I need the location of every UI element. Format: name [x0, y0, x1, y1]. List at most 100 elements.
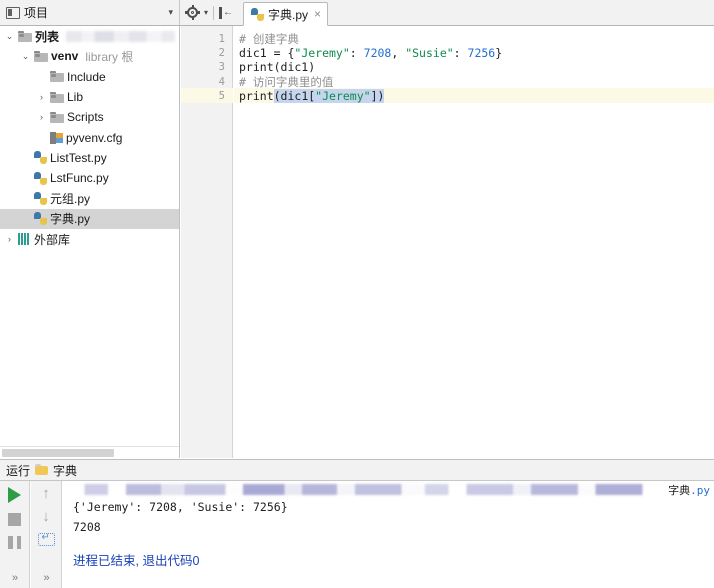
line-number-gutter: 1 2345 — [181, 26, 233, 458]
stop-button[interactable] — [8, 513, 21, 526]
tree-row-外部库[interactable]: › 外部库 — [0, 229, 179, 249]
tree-row-Scripts[interactable]: › Scripts — [0, 107, 179, 127]
console-line: {'Jeremy': 7208, 'Susie': 7256} — [73, 500, 288, 514]
python-file-icon — [34, 151, 47, 165]
tree-row-列表[interactable]: ⌄ 列表 — [0, 26, 179, 46]
code-editor[interactable]: 12345 # 创建字典 dic1 = {"Jeremy": 7208, "Sus… — [181, 26, 714, 458]
gear-icon[interactable] — [185, 5, 200, 20]
code-line-2: dic1 = {"Jeremy": 7208, "Susie": 7256} — [239, 46, 502, 60]
code-token: "Jeremy" — [315, 88, 371, 103]
command-script-name: 字典.py — [668, 482, 710, 498]
run-toolbar-overflow-right[interactable]: » — [43, 572, 49, 584]
folder-icon — [50, 111, 64, 123]
tree-scrollbar-thumb[interactable] — [2, 449, 114, 457]
folder-icon — [50, 91, 64, 103]
tree-row-label: 外部库 — [34, 232, 71, 247]
tree-spacer: · — [36, 133, 47, 143]
chevron-down-icon[interactable]: ▾ — [168, 7, 173, 18]
code-token: (dic1[ — [273, 88, 316, 103]
tree-row-pyvenv.cfg[interactable]: · pyvenv.cfg — [0, 127, 179, 147]
run-tab-label[interactable]: 运行 — [6, 462, 30, 479]
scroll-down-icon[interactable]: ↓ — [42, 509, 50, 524]
python-file-icon — [34, 171, 47, 185]
exit-text: 进程已结束, 退出代码 — [73, 554, 193, 568]
tree-row-venv[interactable]: ⌄ venv library 根 — [0, 46, 179, 66]
editor-tab-strip: 字典.py × — [239, 0, 714, 26]
tree-spacer: · — [20, 194, 31, 204]
console-line: 7208 — [73, 520, 101, 534]
run-toolbar-primary: » — [0, 481, 30, 588]
code-token: , — [391, 46, 406, 61]
tree-row-label: Lib — [67, 90, 84, 105]
code-token: # 创建字典 — [239, 32, 299, 46]
project-panel-title: 项目 — [24, 6, 49, 20]
line-number: 4 — [218, 75, 225, 88]
tree-row-Include[interactable]: · Include — [0, 67, 179, 87]
code-token: : — [349, 46, 364, 61]
run-button[interactable] — [8, 487, 21, 503]
tree-row-label: pyvenv.cfg — [66, 130, 123, 145]
code-token: dic1 = { — [239, 46, 295, 61]
tree-row-Lib[interactable]: › Lib — [0, 87, 179, 107]
tree-row-label: 元组.py — [50, 192, 91, 207]
redacted-path-text — [66, 30, 175, 42]
chevron-down-icon[interactable]: ⌄ — [4, 31, 15, 42]
tab-dictionary-py[interactable]: 字典.py × — [243, 2, 329, 26]
code-token: print — [239, 88, 274, 103]
tree-row-ListTest.py[interactable]: · ListTest.py — [0, 148, 179, 168]
tree-row-label: ListTest.py — [50, 150, 107, 165]
code-line-1: # 创建字典 — [239, 32, 299, 46]
code-line-4: # 访问字典里的值 — [239, 75, 333, 89]
python-file-icon — [34, 212, 47, 226]
soft-wrap-icon[interactable] — [37, 532, 55, 546]
pycharm-window: 项目 ▾ ▾ ← 字典.py × ⌄ 列表 ⌄ venv library 根 I… — [0, 0, 714, 588]
close-icon[interactable]: × — [314, 7, 321, 21]
line-number: 2 — [218, 47, 225, 60]
chevron-right-icon[interactable]: › — [36, 112, 47, 122]
line-number: 5 — [218, 89, 225, 102]
collapse-all-icon[interactable]: ← — [219, 6, 233, 19]
tree-horizontal-scrollbar[interactable] — [0, 446, 179, 458]
run-config-name[interactable]: 字典 — [53, 462, 77, 479]
run-toolbar-overflow-left[interactable]: » — [12, 572, 18, 584]
cfg-file-icon — [50, 131, 63, 144]
chevron-down-icon[interactable]: ⌄ — [20, 51, 31, 62]
console-output[interactable]: 字典.py {'Jeremy': 7208, 'Susie': 7256} 72… — [63, 481, 714, 588]
script-extension: .py — [690, 484, 710, 497]
code-token: 7208 — [363, 46, 392, 61]
toolbar-divider — [213, 5, 215, 20]
tree-row-label: Scripts — [67, 110, 104, 125]
tree-row-元组.py[interactable]: · 元组.py — [0, 188, 179, 208]
gear-dropdown-caret-icon[interactable]: ▾ — [204, 8, 208, 17]
tree-row-label: venv — [51, 49, 79, 64]
chevron-right-icon[interactable]: › — [36, 92, 47, 102]
scroll-up-icon[interactable]: ↑ — [42, 486, 50, 501]
run-panel-header[interactable]: 运行 字典 — [0, 459, 714, 481]
tree-row-字典.py[interactable]: · 字典.py — [0, 208, 179, 229]
tree-row-LstFunc.py[interactable]: · LstFunc.py — [0, 168, 179, 188]
tree-spacer: · — [20, 214, 31, 224]
project-tree-panel[interactable]: ⌄ 列表 ⌄ venv library 根 · Include › Lib › Scripts · py… — [0, 26, 180, 458]
folder-icon — [18, 30, 32, 42]
exit-code: 0 — [192, 554, 200, 568]
code-token: # 访问字典里的值 — [239, 74, 334, 89]
line-number: 1 — [218, 33, 225, 45]
python-file-icon — [251, 7, 265, 21]
chevron-right-icon[interactable]: › — [4, 234, 15, 244]
code-token: 7256 — [467, 46, 496, 61]
python-file-icon — [34, 192, 47, 206]
project-panel-header[interactable]: 项目 ▾ — [0, 0, 180, 25]
tree-spacer: · — [36, 72, 47, 82]
top-bar: 项目 ▾ ▾ ← 字典.py × — [0, 0, 714, 26]
tree-spacer: · — [20, 173, 31, 183]
code-content[interactable]: # 创建字典 dic1 = {"Jeremy": 7208, "Susie": 7… — [234, 26, 714, 458]
pause-button[interactable] — [8, 536, 21, 549]
tree-row-label: 列表 — [35, 29, 60, 44]
tree-row-label: Include — [67, 69, 106, 84]
console-command-line: 字典.py — [73, 482, 714, 497]
run-config-icon — [35, 464, 49, 476]
run-panel-body: » ↑ ↓ » 字典.py {'Jeremy': 7208, 'Susie': … — [0, 481, 714, 588]
project-toolbar: ▾ ← — [180, 0, 239, 25]
external-libraries-icon — [18, 233, 31, 246]
